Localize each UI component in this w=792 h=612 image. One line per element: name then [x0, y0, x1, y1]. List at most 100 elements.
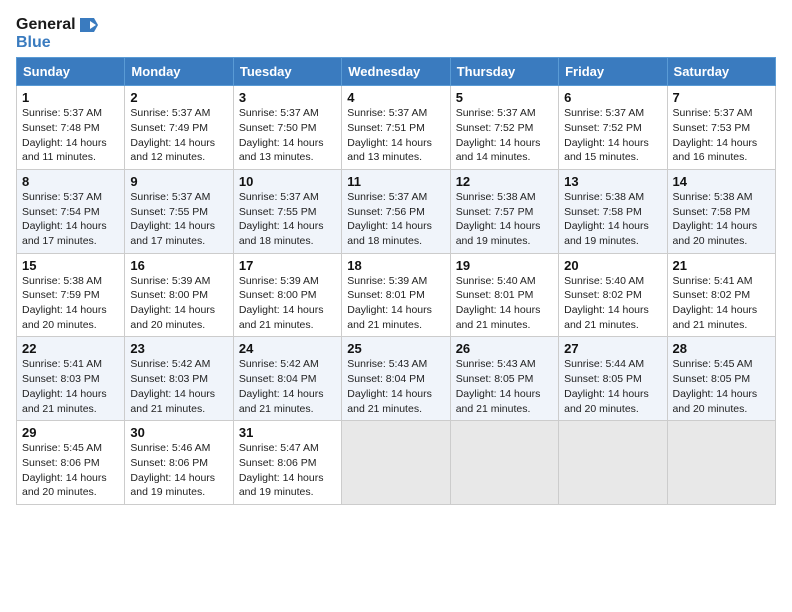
day-number: 12 — [456, 174, 553, 189]
day-number: 19 — [456, 258, 553, 273]
calendar-cell: 2Sunrise: 5:37 AMSunset: 7:49 PMDaylight… — [125, 86, 233, 170]
header: General Blue — [16, 16, 776, 51]
day-info: Sunrise: 5:39 AMSunset: 8:00 PMDaylight:… — [239, 274, 336, 333]
day-number: 22 — [22, 341, 119, 356]
logo: General Blue — [16, 16, 98, 51]
calendar-day-header: Tuesday — [233, 58, 341, 86]
day-number: 6 — [564, 90, 661, 105]
day-number: 25 — [347, 341, 444, 356]
calendar-cell: 31Sunrise: 5:47 AMSunset: 8:06 PMDayligh… — [233, 421, 341, 505]
day-number: 10 — [239, 174, 336, 189]
day-info: Sunrise: 5:40 AMSunset: 8:01 PMDaylight:… — [456, 274, 553, 333]
day-info: Sunrise: 5:37 AMSunset: 7:53 PMDaylight:… — [673, 106, 770, 165]
calendar-cell: 9Sunrise: 5:37 AMSunset: 7:55 PMDaylight… — [125, 169, 233, 253]
day-number: 21 — [673, 258, 770, 273]
day-number: 29 — [22, 425, 119, 440]
calendar-cell: 8Sunrise: 5:37 AMSunset: 7:54 PMDaylight… — [17, 169, 125, 253]
day-number: 26 — [456, 341, 553, 356]
day-number: 20 — [564, 258, 661, 273]
day-info: Sunrise: 5:37 AMSunset: 7:55 PMDaylight:… — [130, 190, 227, 249]
calendar-day-header: Saturday — [667, 58, 775, 86]
day-info: Sunrise: 5:47 AMSunset: 8:06 PMDaylight:… — [239, 441, 336, 500]
calendar-cell: 24Sunrise: 5:42 AMSunset: 8:04 PMDayligh… — [233, 337, 341, 421]
calendar-cell — [667, 421, 775, 505]
day-info: Sunrise: 5:43 AMSunset: 8:04 PMDaylight:… — [347, 357, 444, 416]
day-number: 23 — [130, 341, 227, 356]
calendar-cell: 18Sunrise: 5:39 AMSunset: 8:01 PMDayligh… — [342, 253, 450, 337]
calendar-cell: 6Sunrise: 5:37 AMSunset: 7:52 PMDaylight… — [559, 86, 667, 170]
calendar-cell: 29Sunrise: 5:45 AMSunset: 8:06 PMDayligh… — [17, 421, 125, 505]
calendar-cell: 22Sunrise: 5:41 AMSunset: 8:03 PMDayligh… — [17, 337, 125, 421]
calendar-table: SundayMondayTuesdayWednesdayThursdayFrid… — [16, 57, 776, 505]
day-number: 11 — [347, 174, 444, 189]
calendar-cell: 23Sunrise: 5:42 AMSunset: 8:03 PMDayligh… — [125, 337, 233, 421]
day-info: Sunrise: 5:37 AMSunset: 7:56 PMDaylight:… — [347, 190, 444, 249]
day-info: Sunrise: 5:37 AMSunset: 7:52 PMDaylight:… — [456, 106, 553, 165]
day-info: Sunrise: 5:45 AMSunset: 8:05 PMDaylight:… — [673, 357, 770, 416]
calendar-cell: 10Sunrise: 5:37 AMSunset: 7:55 PMDayligh… — [233, 169, 341, 253]
day-number: 16 — [130, 258, 227, 273]
calendar-cell: 14Sunrise: 5:38 AMSunset: 7:58 PMDayligh… — [667, 169, 775, 253]
calendar-body: 1Sunrise: 5:37 AMSunset: 7:48 PMDaylight… — [17, 86, 776, 505]
day-info: Sunrise: 5:37 AMSunset: 7:48 PMDaylight:… — [22, 106, 119, 165]
day-number: 27 — [564, 341, 661, 356]
calendar-day-header: Thursday — [450, 58, 558, 86]
day-number: 28 — [673, 341, 770, 356]
day-info: Sunrise: 5:37 AMSunset: 7:52 PMDaylight:… — [564, 106, 661, 165]
day-info: Sunrise: 5:38 AMSunset: 7:57 PMDaylight:… — [456, 190, 553, 249]
day-info: Sunrise: 5:45 AMSunset: 8:06 PMDaylight:… — [22, 441, 119, 500]
calendar-cell: 3Sunrise: 5:37 AMSunset: 7:50 PMDaylight… — [233, 86, 341, 170]
calendar-cell: 20Sunrise: 5:40 AMSunset: 8:02 PMDayligh… — [559, 253, 667, 337]
day-info: Sunrise: 5:44 AMSunset: 8:05 PMDaylight:… — [564, 357, 661, 416]
day-info: Sunrise: 5:40 AMSunset: 8:02 PMDaylight:… — [564, 274, 661, 333]
day-number: 24 — [239, 341, 336, 356]
calendar-cell: 19Sunrise: 5:40 AMSunset: 8:01 PMDayligh… — [450, 253, 558, 337]
day-number: 9 — [130, 174, 227, 189]
day-number: 14 — [673, 174, 770, 189]
day-info: Sunrise: 5:43 AMSunset: 8:05 PMDaylight:… — [456, 357, 553, 416]
day-number: 31 — [239, 425, 336, 440]
calendar-cell: 16Sunrise: 5:39 AMSunset: 8:00 PMDayligh… — [125, 253, 233, 337]
calendar-day-header: Monday — [125, 58, 233, 86]
day-info: Sunrise: 5:39 AMSunset: 8:00 PMDaylight:… — [130, 274, 227, 333]
calendar-week-row: 22Sunrise: 5:41 AMSunset: 8:03 PMDayligh… — [17, 337, 776, 421]
day-info: Sunrise: 5:38 AMSunset: 7:58 PMDaylight:… — [673, 190, 770, 249]
day-number: 1 — [22, 90, 119, 105]
calendar-cell — [559, 421, 667, 505]
day-info: Sunrise: 5:37 AMSunset: 7:51 PMDaylight:… — [347, 106, 444, 165]
calendar-cell — [342, 421, 450, 505]
day-number: 17 — [239, 258, 336, 273]
day-info: Sunrise: 5:37 AMSunset: 7:55 PMDaylight:… — [239, 190, 336, 249]
day-number: 18 — [347, 258, 444, 273]
calendar-cell: 17Sunrise: 5:39 AMSunset: 8:00 PMDayligh… — [233, 253, 341, 337]
day-info: Sunrise: 5:41 AMSunset: 8:02 PMDaylight:… — [673, 274, 770, 333]
day-info: Sunrise: 5:39 AMSunset: 8:01 PMDaylight:… — [347, 274, 444, 333]
day-number: 7 — [673, 90, 770, 105]
day-info: Sunrise: 5:37 AMSunset: 7:49 PMDaylight:… — [130, 106, 227, 165]
day-info: Sunrise: 5:38 AMSunset: 7:59 PMDaylight:… — [22, 274, 119, 333]
day-number: 2 — [130, 90, 227, 105]
calendar-cell: 13Sunrise: 5:38 AMSunset: 7:58 PMDayligh… — [559, 169, 667, 253]
calendar-cell: 7Sunrise: 5:37 AMSunset: 7:53 PMDaylight… — [667, 86, 775, 170]
calendar-cell: 21Sunrise: 5:41 AMSunset: 8:02 PMDayligh… — [667, 253, 775, 337]
calendar-day-header: Sunday — [17, 58, 125, 86]
calendar-cell: 28Sunrise: 5:45 AMSunset: 8:05 PMDayligh… — [667, 337, 775, 421]
day-info: Sunrise: 5:38 AMSunset: 7:58 PMDaylight:… — [564, 190, 661, 249]
calendar-day-header: Wednesday — [342, 58, 450, 86]
calendar-cell: 15Sunrise: 5:38 AMSunset: 7:59 PMDayligh… — [17, 253, 125, 337]
day-number: 3 — [239, 90, 336, 105]
day-number: 30 — [130, 425, 227, 440]
day-number: 15 — [22, 258, 119, 273]
calendar-week-row: 29Sunrise: 5:45 AMSunset: 8:06 PMDayligh… — [17, 421, 776, 505]
calendar-cell: 26Sunrise: 5:43 AMSunset: 8:05 PMDayligh… — [450, 337, 558, 421]
day-info: Sunrise: 5:46 AMSunset: 8:06 PMDaylight:… — [130, 441, 227, 500]
calendar-cell — [450, 421, 558, 505]
calendar-cell: 11Sunrise: 5:37 AMSunset: 7:56 PMDayligh… — [342, 169, 450, 253]
calendar-week-row: 8Sunrise: 5:37 AMSunset: 7:54 PMDaylight… — [17, 169, 776, 253]
calendar-header-row: SundayMondayTuesdayWednesdayThursdayFrid… — [17, 58, 776, 86]
calendar-cell: 4Sunrise: 5:37 AMSunset: 7:51 PMDaylight… — [342, 86, 450, 170]
calendar-cell: 30Sunrise: 5:46 AMSunset: 8:06 PMDayligh… — [125, 421, 233, 505]
day-number: 4 — [347, 90, 444, 105]
day-info: Sunrise: 5:37 AMSunset: 7:54 PMDaylight:… — [22, 190, 119, 249]
calendar-cell: 12Sunrise: 5:38 AMSunset: 7:57 PMDayligh… — [450, 169, 558, 253]
